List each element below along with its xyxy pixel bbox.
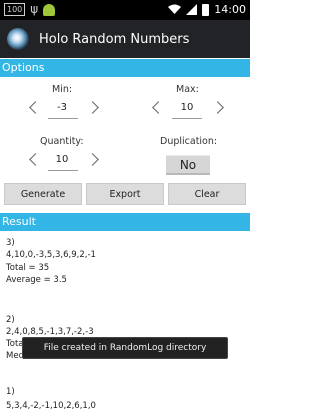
duplication-label: Duplication:: [160, 136, 218, 147]
result-header: Result: [0, 213, 250, 231]
result-line: 2,4,0,8,5,-1,3,7,-2,-3: [6, 327, 94, 337]
wifi-icon: [168, 4, 182, 14]
quantity-value-underline: [48, 170, 78, 171]
android-icon: [43, 3, 56, 16]
clear-button[interactable]: Clear: [168, 183, 246, 205]
quantity-increase-icon[interactable]: [86, 153, 99, 166]
result-line: 2): [6, 315, 15, 325]
toast-message: File created in RandomLog directory: [22, 337, 228, 359]
options-header: Options: [0, 59, 250, 77]
min-label: Min:: [52, 84, 73, 95]
result-line: 5,3,4,-2,-1,10,2,6,1,0: [6, 401, 96, 411]
quantity-label: Quantity:: [40, 136, 84, 147]
max-value[interactable]: 10: [167, 102, 207, 113]
notification-icons: 100 ψ: [4, 2, 56, 16]
result-log[interactable]: 3) 4,10,0,-3,5,3,6,9,2,-1 Total = 35 Ave…: [0, 231, 250, 417]
clock-time: 14:00: [214, 3, 246, 16]
max-label: Max:: [176, 84, 199, 95]
min-increase-icon[interactable]: [86, 101, 99, 114]
result-line: Average = 3.5: [6, 275, 67, 285]
result-line: 1): [6, 387, 15, 397]
result-line: 4,10,0,-3,5,3,6,9,2,-1: [6, 250, 96, 260]
status-bar: 100 ψ 14:00: [0, 0, 250, 20]
generate-button[interactable]: Generate: [4, 183, 82, 205]
max-decrease-icon[interactable]: [152, 101, 165, 114]
max-value-underline: [172, 118, 202, 119]
app-logo-icon[interactable]: [7, 28, 29, 50]
notification-badge: 100: [4, 3, 26, 16]
result-line: Total = 35: [6, 263, 50, 273]
app-title: Holo Random Numbers: [39, 31, 190, 47]
battery-icon: [202, 3, 210, 16]
quantity-value[interactable]: 10: [42, 154, 82, 165]
result-line: 3): [6, 238, 15, 248]
signal-icon: [186, 4, 198, 15]
export-button[interactable]: Export: [86, 183, 164, 205]
min-value-underline: [48, 118, 78, 119]
action-bar: Holo Random Numbers: [0, 20, 250, 58]
max-increase-icon[interactable]: [211, 101, 224, 114]
min-value[interactable]: -3: [42, 102, 82, 113]
usb-icon: ψ: [30, 2, 39, 16]
duplication-toggle-button[interactable]: No: [166, 155, 210, 175]
min-decrease-icon[interactable]: [29, 101, 42, 114]
quantity-decrease-icon[interactable]: [29, 153, 42, 166]
system-icons: 14:00: [168, 2, 246, 17]
